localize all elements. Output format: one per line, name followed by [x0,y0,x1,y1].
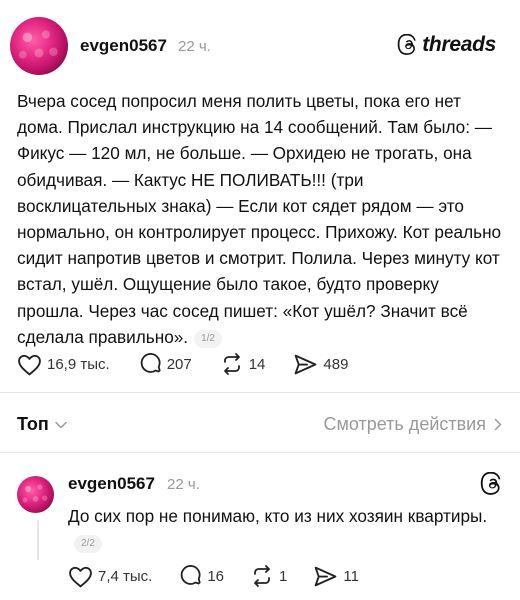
send-icon [295,354,317,374]
divider [0,452,520,453]
reply-time: 22 ч. [167,476,200,493]
threads-wordmark: threads [422,33,496,56]
activity-label: Смотреть действия [323,414,486,434]
repost-icon [254,565,270,587]
chevron-down-icon [54,421,67,428]
post-time: 22 ч. [178,38,211,55]
divider [0,392,520,393]
comment-icon [140,353,161,373]
chevron-right-icon [494,418,502,431]
post-actions: 16,9 тыс. 207 14 489 [17,352,348,376]
thread-line [37,520,39,560]
like-button[interactable]: 16,9 тыс. [17,353,110,376]
heart-icon [18,354,41,375]
like-button[interactable]: 7,4 тыс. [68,565,152,588]
comment-button[interactable]: 207 [138,352,192,376]
threads-icon [397,34,416,55]
reply-pager: 2/2 [74,535,102,554]
share-button[interactable]: 11 [313,565,359,588]
threads-icon [480,472,501,495]
share-count: 489 [323,355,349,373]
share-button[interactable]: 489 [293,353,348,376]
reply-author[interactable]: evgen0567 [68,474,155,494]
comment-count: 16 [207,567,225,585]
post-author[interactable]: evgen0567 [80,36,167,56]
post-text: Вчера сосед попросил меня полить цветы, … [17,91,502,347]
threads-logo: threads [397,33,496,57]
avatar[interactable] [17,476,54,513]
repost-count: 14 [248,355,266,373]
sort-label: Топ [17,414,49,434]
repost-icon [223,353,240,375]
view-activity-link[interactable]: Смотреть действия [324,414,502,435]
send-icon [315,566,337,586]
comment-button[interactable]: 16 [178,564,224,588]
heart-icon [69,566,92,587]
reply-body: До сих пор не понимаю, кто из них хозяин… [68,503,488,555]
comment-icon [181,565,201,585]
sort-dropdown[interactable]: Топ [17,414,67,435]
repost-button[interactable]: 1 [250,564,287,588]
like-count: 7,4 тыс. [98,567,153,585]
reply-actions: 7,4 тыс. 16 1 11 [68,564,359,588]
repost-count: 1 [279,567,288,585]
avatar[interactable] [10,17,68,75]
post-body: Вчера сосед попросил меня полить цветы, … [17,88,507,350]
share-count: 11 [343,567,359,585]
comment-count: 207 [166,355,192,373]
repost-button[interactable]: 14 [220,352,266,376]
reply-text: До сих пор не понимаю, кто из них хозяин… [68,506,488,526]
like-count: 16,9 тыс. [47,355,110,373]
post-pager: 1/2 [194,329,222,348]
